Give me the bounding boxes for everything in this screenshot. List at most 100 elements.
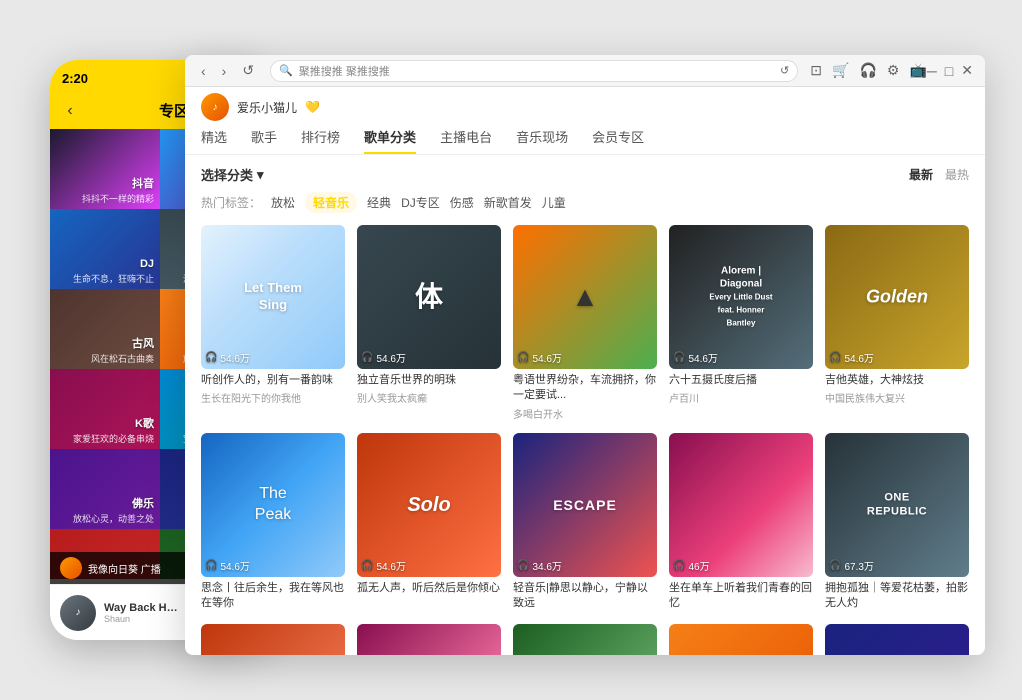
nav-item-gedanfenlei[interactable]: 歌单分类 xyxy=(364,127,416,154)
cover-text: 体 xyxy=(415,279,443,315)
playlist-cover: 🎧 46万 xyxy=(669,433,813,577)
nav-item-zhuboradio[interactable]: 主播电台 xyxy=(440,127,492,154)
cover-text: ESCAPE xyxy=(553,496,617,514)
app-main-content: 选择分类 ▾ 最新 最热 热门标签： 放松 轻音乐 经典 DJ专区 伤感 新歌首… xyxy=(185,155,985,655)
chevron-down-icon: ▾ xyxy=(257,167,264,183)
playlist-cover: WE 🎧 46万 xyxy=(669,624,813,655)
play-count: 🎧 54.6万 xyxy=(361,350,406,365)
tag-shangguan[interactable]: 伤感 xyxy=(450,192,474,213)
headphone-icon: 🎧 xyxy=(361,560,373,571)
playlist-card-p15[interactable]: mikeperry 🎧 67.3万 Are You Feel Lonely To… xyxy=(825,624,969,655)
count-value: 67.3万 xyxy=(844,558,873,573)
toolbar-icon-5[interactable]: 📺 xyxy=(909,62,926,79)
playlist-card-p14[interactable]: WE 🎧 46万 「法语」浪漫而柔软的慵懒，只为放松 xyxy=(669,624,813,655)
playlist-cover: ThePeak 🎧 54.6万 xyxy=(201,433,345,577)
tag-djzhuanqu[interactable]: DJ专区 xyxy=(401,192,440,213)
headphone-icon: 🎧 xyxy=(673,352,685,363)
headphone-icon: 🎧 xyxy=(205,560,217,571)
playlist-card-p12[interactable]: TheFatRat 🎧 34.6万 经典热辣好歌！颠倒熵焰你的精神世界 xyxy=(357,624,501,655)
playlist-card-p7[interactable]: Solo 🎧 54.6万 孤无人声，听后然后是你倾心 xyxy=(357,433,501,612)
play-count: 🎧 54.6万 xyxy=(829,350,874,365)
toolbar-icon-1[interactable]: ⊡ xyxy=(810,62,822,79)
playlist-title: 六十五摄氏度后播 xyxy=(669,373,813,388)
playlist-subtitle: 中国民族伟大复兴 xyxy=(825,390,969,405)
window-controls: ─ □ ✕ xyxy=(927,62,973,79)
toolbar-icon-2[interactable]: 🛒 xyxy=(832,62,849,79)
app-navigation: 精选 歌手 排行榜 歌单分类 主播电台 音乐现场 会员专区 xyxy=(201,127,969,154)
window-close-button[interactable]: ✕ xyxy=(961,62,973,79)
tags-row: 热门标签： 放松 轻音乐 经典 DJ专区 伤感 新歌首发 儿童 xyxy=(201,192,969,213)
window-maximize-button[interactable]: □ xyxy=(945,63,953,79)
playlist-card-p1[interactable]: Let ThemSing 🎧 54.6万 听创作人的，别有一番韵味 生长在阳光下… xyxy=(201,225,345,421)
cover-text: Solo xyxy=(407,492,450,518)
toolbar-icon-3[interactable]: 🎧 xyxy=(859,62,876,79)
filter-select[interactable]: 选择分类 ▾ xyxy=(201,165,264,184)
playlist-card-p3[interactable]: ▲ 🎧 54.6万 粤语世界纷杂，车流拥挤，你一定要试... 多喝白开水 xyxy=(513,225,657,421)
nav-item-huiyuanzhuanqu[interactable]: 会员专区 xyxy=(592,127,644,154)
nav-item-jingxuan[interactable]: 精选 xyxy=(201,127,227,154)
sort-hot[interactable]: 最热 xyxy=(945,166,969,183)
play-count: 🎧 34.6万 xyxy=(517,558,562,573)
playlist-title: 孤无人声，听后然后是你倾心 xyxy=(357,581,501,596)
playlist-card-p10[interactable]: ONEREPUBLIC 🎧 67.3万 拥抱孤独｜等爱花枯萎，拍影无人灼 xyxy=(825,433,969,612)
cover-text: ▲ xyxy=(571,279,599,315)
list-item[interactable]: 古风 风在松石古曲奏 xyxy=(50,289,160,369)
tag-xingeshingfa[interactable]: 新歌首发 xyxy=(484,192,532,213)
playlist-subtitle: 卢百川 xyxy=(669,390,813,405)
category-sublabel: 放松心灵，动善之处 xyxy=(73,512,154,525)
tag-fangsong[interactable]: 放松 xyxy=(271,192,295,213)
browser-back-button[interactable]: ‹ xyxy=(197,61,210,81)
playlist-cover: ONEREPUBLIC 🎧 67.3万 xyxy=(825,433,969,577)
browser-address-bar[interactable]: 🔍 聚推搜推 聚推搜推 ↺ xyxy=(270,60,798,82)
playlist-cover: Alorem | DiagonalEvery Little Dust feat.… xyxy=(669,225,813,369)
playlist-card-p6[interactable]: ThePeak 🎧 54.6万 思念丨往后余生，我在等风也在等你 xyxy=(201,433,345,612)
list-item[interactable]: DJ 生命不息，狂嗨不止 xyxy=(50,209,160,289)
playlist-card-p9[interactable]: 🎧 46万 坐在单车上听着我们青春的回忆 xyxy=(669,433,813,612)
browser-forward-button[interactable]: › xyxy=(218,61,231,81)
playlist-card-p13[interactable]: ONEREPUBLIC 🎧 46万 八音盒，灵动跳跃的妙音符 xyxy=(513,624,657,655)
cover-text: Golden xyxy=(866,285,928,308)
category-sublabel: 抖抖不一样的精彩 xyxy=(82,192,154,205)
user-row: ♪ 爱乐小猫儿 💛 xyxy=(201,93,969,121)
count-value: 54.6万 xyxy=(688,350,717,365)
reload-icon: ↺ xyxy=(780,64,789,77)
playlist-card-p5[interactable]: Golden 🎧 54.6万 吉他英雄，大神炫技 中国民族伟大复兴 xyxy=(825,225,969,421)
playlist-cover: 体 🎧 54.6万 xyxy=(357,225,501,369)
count-value: 54.6万 xyxy=(376,350,405,365)
sort-latest[interactable]: 最新 xyxy=(909,166,933,183)
count-value: 54.6万 xyxy=(844,350,873,365)
nav-item-geshou[interactable]: 歌手 xyxy=(251,127,277,154)
playlist-grid-row1: Let ThemSing 🎧 54.6万 听创作人的，别有一番韵味 生长在阳光下… xyxy=(201,225,969,421)
playlist-title: 独立音乐世界的明珠 xyxy=(357,373,501,388)
window-minimize-button[interactable]: ─ xyxy=(927,63,937,79)
browser-refresh-button[interactable]: ↺ xyxy=(238,60,258,81)
filter-row: 选择分类 ▾ 最新 最热 xyxy=(201,165,969,184)
playlist-cover: Let ThemSing 🎧 54.6万 xyxy=(201,225,345,369)
tag-ertong[interactable]: 儿童 xyxy=(542,192,566,213)
playlist-card-p8[interactable]: ESCAPE 🎧 34.6万 轻音乐|静思以静心，宁静以致远 xyxy=(513,433,657,612)
nav-item-yinyuexianchang[interactable]: 音乐现场 xyxy=(516,127,568,154)
playlist-cover: Solo 🎧 54.6万 xyxy=(357,433,501,577)
playlist-card-p2[interactable]: 体 🎧 54.6万 独立音乐世界的明珠 别人笑我太疯癫 xyxy=(357,225,501,421)
list-item[interactable]: 佛乐 放松心灵，动善之处 xyxy=(50,449,160,529)
playlist-title: 坐在单车上听着我们青春的回忆 xyxy=(669,581,813,612)
username-label: 爱乐小猫儿 xyxy=(237,99,297,116)
count-value: 54.6万 xyxy=(532,350,561,365)
playlist-title: 粤语世界纷杂，车流拥挤，你一定要试... xyxy=(513,373,657,404)
list-item[interactable]: 抖音 抖抖不一样的精彩 xyxy=(50,129,160,209)
list-item[interactable]: K歌 家爱狂欢的必备串烧 xyxy=(50,369,160,449)
tag-qingyinyue[interactable]: 轻音乐 xyxy=(305,192,357,213)
phone-back-button[interactable]: ‹ xyxy=(60,101,80,121)
playlist-card-p11[interactable]: IMAGINEDRAGONS 🎧 54.6万 放松｜听见大自然，让身心自由舒展 xyxy=(201,624,345,655)
count-value: 54.6万 xyxy=(220,558,249,573)
nav-item-paihangbang[interactable]: 排行榜 xyxy=(301,127,340,154)
filter-select-label: 选择分类 xyxy=(201,165,253,184)
toolbar-icon-4[interactable]: ⚙ xyxy=(887,62,900,79)
notification-avatar xyxy=(60,557,82,579)
playlist-title: 吉他英雄，大神炫技 xyxy=(825,373,969,388)
phone-time: 2:20 xyxy=(62,71,88,86)
count-value: 34.6万 xyxy=(532,558,561,573)
playlist-card-p4[interactable]: Alorem | DiagonalEvery Little Dust feat.… xyxy=(669,225,813,421)
tag-jingdian[interactable]: 经典 xyxy=(367,192,391,213)
category-sublabel: 家爱狂欢的必备串烧 xyxy=(73,432,154,445)
